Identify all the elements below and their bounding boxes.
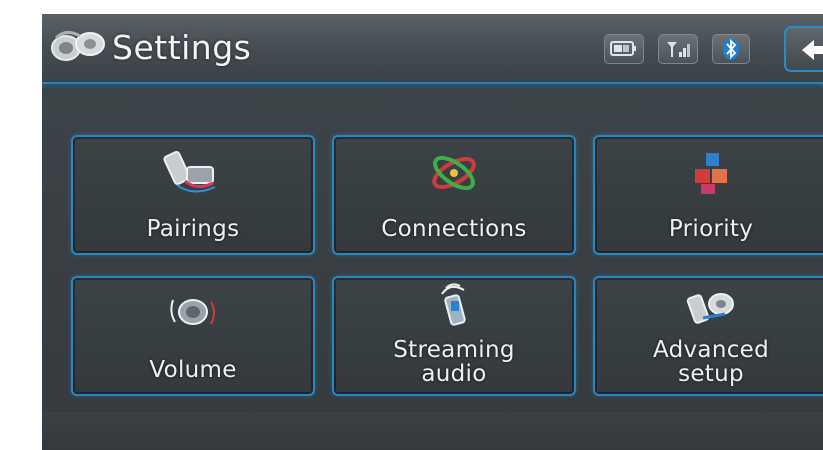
volume-icon (170, 299, 215, 325)
phone-pairing-icon (163, 151, 216, 193)
connections-label: Connections (381, 216, 527, 242)
bottom-strip (42, 412, 823, 450)
phone-battery-icon (604, 34, 644, 64)
connections-icon (432, 155, 476, 191)
volume-button[interactable]: Volume (71, 276, 315, 396)
page-title: Settings (112, 28, 252, 67)
pairings-label: Pairings (146, 216, 240, 242)
streaming-audio-icon (441, 283, 466, 326)
volume-label: Volume (149, 357, 237, 383)
app-logo-icon (51, 31, 105, 61)
advanced-setup-icon (686, 293, 734, 324)
back-arrow-icon (802, 40, 823, 60)
priority-blocks-icon (695, 153, 727, 194)
advanced-setup-button[interactable]: Advanced setup (593, 276, 823, 396)
priority-button[interactable]: Priority (593, 135, 823, 255)
back-button[interactable] (784, 26, 823, 72)
advanced-setup-label: Advanced setup (652, 337, 769, 387)
pairings-button[interactable]: Pairings (71, 135, 315, 255)
settings-screen: Settings Pairings Connections Priority V… (42, 14, 823, 450)
bluetooth-icon (712, 34, 750, 64)
streaming-audio-button[interactable]: Streaming audio (332, 276, 576, 396)
connections-button[interactable]: Connections (332, 135, 576, 255)
streaming-audio-label: Streaming audio (393, 337, 515, 387)
priority-label: Priority (668, 216, 754, 242)
title-bar: Settings (42, 14, 823, 90)
signal-strength-icon (658, 34, 698, 64)
